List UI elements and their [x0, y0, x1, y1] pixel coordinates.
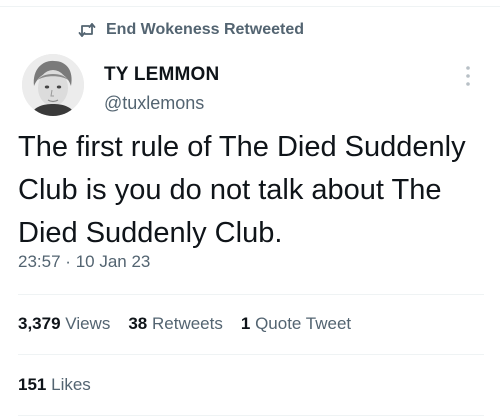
likes-stat[interactable]: 151 Likes: [18, 375, 91, 395]
retweet-context[interactable]: End Wokeness Retweeted: [78, 18, 304, 42]
divider: [18, 294, 484, 295]
tweet-timestamp[interactable]: 23:57 · 10 Jan 23: [18, 252, 150, 272]
retweet-icon: [78, 22, 96, 38]
retweet-context-label[interactable]: End Wokeness Retweeted: [106, 21, 304, 39]
user-handle[interactable]: @tuxlemons: [104, 93, 204, 114]
tweet-date[interactable]: 10 Jan 23: [76, 252, 151, 271]
divider: [18, 354, 484, 355]
views-count: 3,379: [18, 314, 61, 333]
divider: [18, 415, 484, 416]
avatar[interactable]: [22, 54, 84, 116]
tweet-time[interactable]: 23:57: [18, 252, 61, 271]
likes-count: 151: [18, 375, 47, 394]
quote-tweets-label: Quote Tweet: [255, 314, 352, 333]
retweets-label: Retweets: [151, 314, 223, 333]
views-stat[interactable]: 3,379 Views: [18, 314, 110, 334]
tweet-text: The first rule of The Died Suddenly Club…: [18, 131, 466, 249]
top-border: [0, 6, 500, 7]
engagement-stats: 3,379 Views 38 Retweets 1 Quote Tweet: [18, 314, 369, 334]
views-label: Views: [65, 314, 111, 333]
quote-tweets-count: 1: [240, 314, 251, 333]
profile-photo: [22, 54, 84, 116]
more-options-icon[interactable]: [463, 64, 473, 88]
likes-label: Likes: [51, 375, 91, 394]
quote-tweets-stat[interactable]: 1 Quote Tweet: [241, 314, 351, 334]
display-name[interactable]: TY LEMMON: [104, 64, 219, 86]
retweets-count: 38: [128, 314, 148, 333]
retweets-stat[interactable]: 38 Retweets: [128, 314, 223, 334]
meta-separator: ·: [65, 252, 71, 271]
